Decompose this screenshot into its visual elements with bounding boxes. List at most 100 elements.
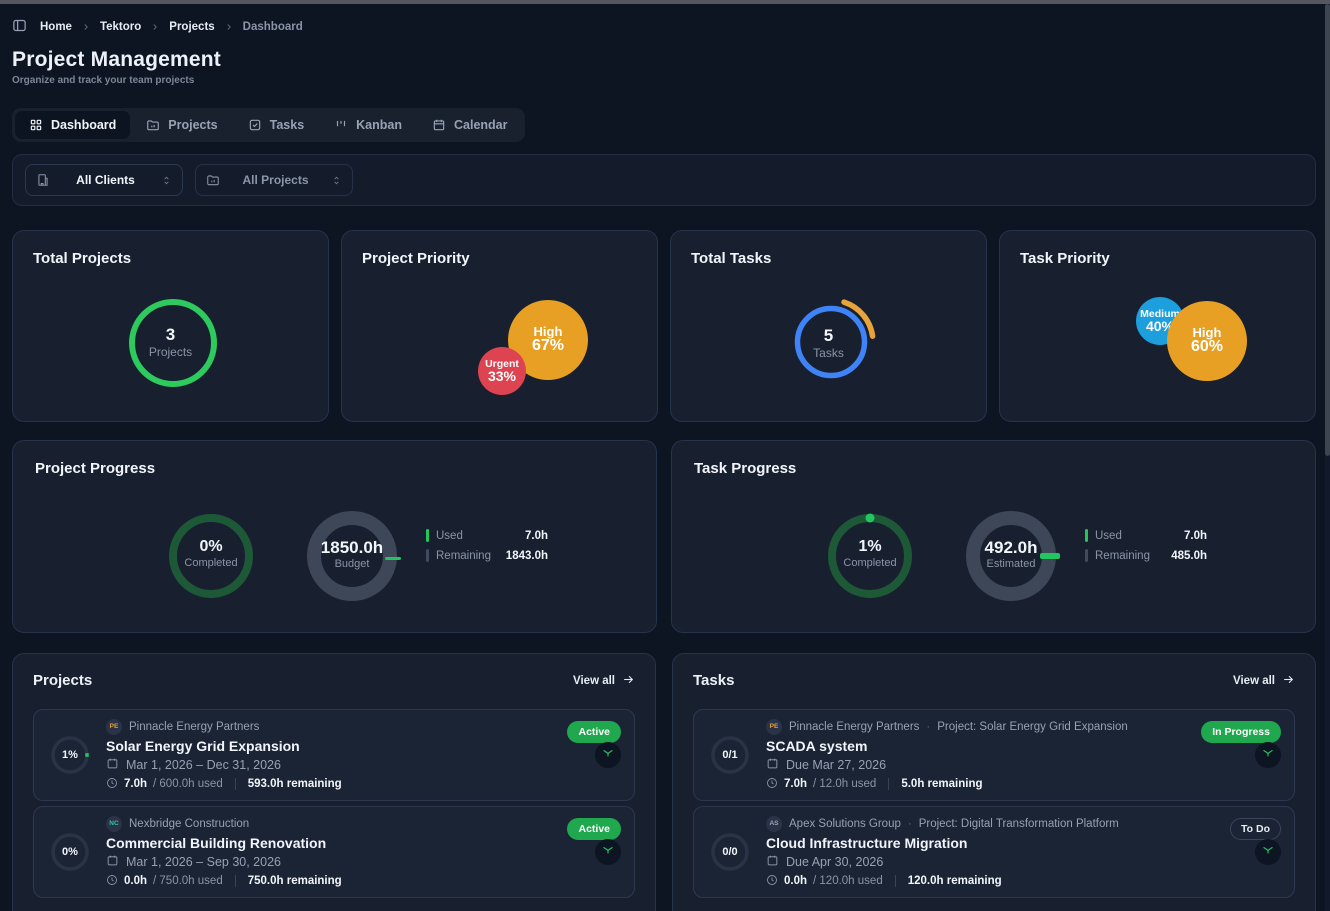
- client-avatar: NC: [106, 816, 122, 832]
- sidebar-toggle-button[interactable]: [12, 18, 27, 36]
- tab-label: Projects: [168, 118, 217, 132]
- client-name: Apex Solutions Group: [789, 818, 901, 830]
- tab-projects[interactable]: Projects: [132, 111, 231, 139]
- breadcrumb-current: Dashboard: [243, 21, 303, 33]
- card-title: Task Progress: [694, 460, 1293, 477]
- tab-label: Calendar: [454, 118, 508, 132]
- remaining-swatch: [426, 549, 429, 562]
- hours-budget: / 600.0h used: [153, 778, 223, 790]
- project-row-content: PE Pinnacle Energy Partners Solar Energy…: [106, 719, 450, 792]
- hours-remaining: 5.0h remaining: [901, 778, 982, 790]
- total-tasks-value: 5: [671, 325, 986, 346]
- tab-dashboard[interactable]: Dashboard: [15, 111, 130, 139]
- estimated-value: 492.0h: [921, 537, 1101, 558]
- bird-action-button[interactable]: [1255, 742, 1281, 768]
- calendar-icon: [106, 854, 119, 870]
- breadcrumb-tektoro[interactable]: Tektoro: [100, 21, 141, 33]
- hours-used: 0.0h: [124, 875, 147, 887]
- page: Home Tektoro Projects Dashboard Project …: [0, 4, 1330, 911]
- breadcrumb-projects[interactable]: Projects: [169, 21, 214, 33]
- project-progress-card: Project Progress 0% Completed 1850.0h Bu…: [12, 440, 657, 633]
- project-row[interactable]: 0% NC Nexbridge Construction Commercial …: [33, 806, 635, 898]
- project-progress-ring: 0%: [50, 832, 90, 872]
- tab-kanban[interactable]: Kanban: [320, 111, 416, 139]
- clients-filter-value: All Clients: [50, 173, 161, 187]
- check-square-icon: [248, 118, 262, 132]
- ring-center-text: 3 Projects: [13, 324, 328, 360]
- dates-line: Due Mar 27, 2026: [766, 757, 1128, 773]
- priority-bubble-high: High 60%: [1167, 301, 1247, 381]
- clock-icon: [106, 874, 118, 889]
- tab-bar: Dashboard Projects Tasks Kanban Calendar: [12, 108, 525, 142]
- projects-filter-select[interactable]: All Projects: [195, 164, 353, 196]
- task-progress-ring: 0/0: [710, 832, 750, 872]
- bird-action-button[interactable]: [595, 839, 621, 865]
- bubble-value: 33%: [488, 369, 516, 383]
- divider: [888, 778, 889, 790]
- hours-line: 7.0h / 12.0h used 5.0h remaining: [766, 777, 1128, 792]
- hours-budget: / 750.0h used: [153, 875, 223, 887]
- clock-icon: [766, 777, 778, 792]
- bird-action-button[interactable]: [1255, 839, 1281, 865]
- tab-label: Tasks: [270, 118, 305, 132]
- view-all-tasks-link[interactable]: View all: [1233, 673, 1295, 689]
- hours-used: 7.0h: [124, 778, 147, 790]
- remaining-label: Remaining: [1095, 550, 1150, 562]
- task-name: SCADA system: [766, 738, 1128, 754]
- view-all-projects-link[interactable]: View all: [573, 673, 635, 689]
- calendar-icon: [432, 118, 446, 132]
- calendar-icon: [766, 854, 779, 870]
- tab-tasks[interactable]: Tasks: [234, 111, 319, 139]
- scrollbar-track[interactable]: [1325, 4, 1330, 911]
- client-avatar: PE: [766, 719, 782, 735]
- bird-action-button[interactable]: [595, 742, 621, 768]
- folder-icon: [206, 173, 220, 187]
- clients-filter-select[interactable]: All Clients: [25, 164, 183, 196]
- status-badge: To Do: [1230, 818, 1281, 840]
- client-name: Nexbridge Construction: [129, 818, 249, 830]
- project-row[interactable]: 1% PE Pinnacle Energy Partners Solar Ene…: [33, 709, 635, 801]
- chevrons-up-down-icon: [331, 175, 342, 186]
- kanban-icon: [334, 118, 348, 132]
- budget-value: 1850.0h: [262, 537, 442, 558]
- estimated-label: Estimated: [921, 558, 1101, 572]
- hours-budget: / 12.0h used: [813, 778, 876, 790]
- task-row[interactable]: 0/0 AS Apex Solutions Group · Project: D…: [693, 806, 1295, 898]
- client-avatar: AS: [766, 816, 782, 832]
- hours-budget: / 120.0h used: [813, 875, 883, 887]
- arrow-right-icon: [1282, 673, 1295, 689]
- hours-line: 0.0h / 750.0h used 750.0h remaining: [106, 874, 342, 889]
- view-all-label: View all: [573, 675, 615, 687]
- total-projects-card: Total Projects 3 Projects: [12, 230, 329, 422]
- remaining-value: 1843.0h: [506, 550, 548, 562]
- task-progress-card: Task Progress 1% Completed 492.0h Estima…: [671, 440, 1316, 633]
- task-priority-chart: Medium 40% High 60%: [1000, 231, 1315, 421]
- progress-value: 0%: [50, 832, 90, 872]
- status-badge: Active: [567, 818, 621, 840]
- progress-value: 1%: [50, 735, 90, 775]
- hours-used: 0.0h: [784, 875, 807, 887]
- panel-title: Projects: [33, 672, 92, 689]
- calendar-icon: [766, 757, 779, 773]
- dot-separator: ·: [908, 818, 912, 830]
- client-name: Pinnacle Energy Partners: [789, 721, 919, 733]
- hours-line: 7.0h / 600.0h used 593.0h remaining: [106, 777, 342, 792]
- used-value: 7.0h: [525, 530, 548, 542]
- due-date: Due Mar 27, 2026: [786, 758, 886, 772]
- scrollbar-thumb[interactable]: [1325, 4, 1330, 456]
- tab-calendar[interactable]: Calendar: [418, 111, 522, 139]
- view-all-label: View all: [1233, 675, 1275, 687]
- page-title: Project Management: [12, 48, 1316, 72]
- page-subtitle: Organize and track your team projects: [12, 75, 1316, 86]
- status-badge: Active: [567, 721, 621, 743]
- bird-icon: [601, 746, 615, 765]
- breadcrumb: Home Tektoro Projects Dashboard: [12, 18, 1316, 36]
- hours-remaining: 120.0h remaining: [908, 875, 1002, 887]
- breadcrumb-home[interactable]: Home: [40, 21, 72, 33]
- task-row[interactable]: 0/1 PE Pinnacle Energy Partners · Projec…: [693, 709, 1295, 801]
- project-name: Commercial Building Renovation: [106, 835, 342, 851]
- progress-value: 0/0: [710, 832, 750, 872]
- progress-value: 0/1: [710, 735, 750, 775]
- panel-title: Tasks: [693, 672, 734, 689]
- hours-line: 0.0h / 120.0h used 120.0h remaining: [766, 874, 1119, 889]
